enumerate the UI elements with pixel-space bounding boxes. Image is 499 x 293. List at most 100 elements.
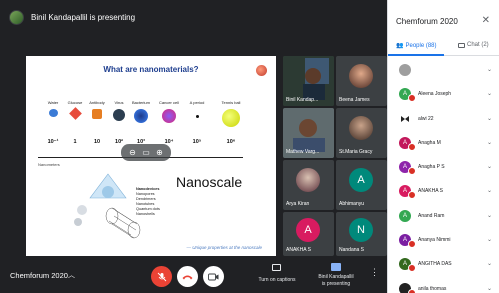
chevron-down-icon[interactable]: ⌄ [487,212,492,219]
participant-tile[interactable]: A ANAKHA S [283,212,334,256]
people-list: ⌄ A Aleena Joseph ⌄ alwi 22 ⌄ A Anagha M… [388,58,499,293]
chevron-down-icon[interactable]: ⌄ [487,285,492,292]
fit-icon[interactable]: ▭ [142,148,150,157]
present-screen-icon[interactable] [331,263,341,271]
person-name: Anagha M [418,139,441,146]
chevron-down-icon[interactable]: ⌄ [487,115,492,122]
presentation-controls[interactable]: ⊖ ▭ ⊕ [121,144,171,161]
person-avatar [399,112,411,125]
scale-label: Tennis ball [221,100,241,105]
chevron-down-icon[interactable]: ⌄ [487,187,492,194]
person-name: ANAKHA S [418,188,444,195]
participant-tile[interactable]: Binil Kandap... [283,56,334,106]
list-item[interactable]: A Anand Ram ⌄ [388,204,499,228]
participant-name: Beena James [339,97,370,103]
participant-photo-avatar [296,168,320,192]
scale-item-tennis-ball: Tennis ball 10⁶ [218,100,244,145]
zoom-out-icon[interactable]: ⊖ [129,148,136,157]
antibody-icon [92,109,102,119]
person-name: Aleena Joseph [418,91,452,98]
water-molecule-icon [48,109,58,117]
participant-initial-avatar: N [349,218,373,242]
participant-tile[interactable]: Mathew Varg... [283,108,334,158]
bacterium-icon [134,109,148,123]
mic-off-icon [408,167,416,176]
list-item[interactable]: alwi 22 ⌄ [388,107,499,131]
presenting-button-line1: Binil Kandapallil [318,274,354,280]
participant-tile[interactable]: Beena James [336,56,387,106]
chevron-down-icon[interactable]: ⌄ [487,66,492,73]
person-name: Anand Ram [418,212,445,219]
scale-value: 10⁵ [192,139,202,145]
call-controls-bar: Chemforum 2020 ︿ Turn on captions Binil … [0,258,387,293]
list-item[interactable]: A Anagha P S ⌄ [388,155,499,179]
participant-name: St.Maria Gracy [339,149,373,155]
list-item[interactable]: A Aleena Joseph ⌄ [388,82,499,106]
mic-off-icon [408,191,416,200]
end-call-button[interactable] [177,266,198,287]
side-panel: Chemforum 2020 ✕ 👥 People (88) Chat (2) … [387,0,499,293]
chevron-down-icon[interactable]: ⌄ [487,236,492,243]
hang-up-icon [182,275,193,279]
list-item[interactable]: A Ananya Nimmi ⌄ [388,228,499,252]
scale-item-period: A period 10⁵ [184,100,210,145]
presenting-text: Binil Kandapallil is presenting [31,12,136,22]
presenting-button-line2: is presenting [321,281,351,287]
captions-icon[interactable] [272,264,281,271]
presenting-bar: Binil Kandapallil is presenting [0,0,387,34]
meeting-stage: Binil Kandapallil is presenting What are… [0,0,387,293]
chevron-down-icon[interactable]: ⌄ [487,90,492,97]
participant-name: Mathew Varg... [286,149,320,155]
person-name: alwi 22 [418,115,434,122]
cancer-cell-icon [162,109,176,123]
participant-tile[interactable]: St.Maria Gracy [336,108,387,158]
chat-icon [458,42,465,48]
participant-name: Abhimanyu [339,201,365,207]
slide-logo [256,65,267,76]
scale-label: A period [189,100,205,105]
mic-off-icon [157,272,166,281]
participant-initial-avatar: A [296,218,320,242]
participant-tile[interactable]: A Abhimanyu [336,160,387,210]
person-name: anila thomas [418,285,447,292]
chevron-down-icon[interactable]: ⌄ [487,139,492,146]
tab-people[interactable]: 👥 People (88) [396,42,437,50]
list-item[interactable]: A ANGITHA DAS ⌄ [388,252,499,276]
people-icon: 👥 [396,43,404,49]
participant-tile[interactable]: N Nandana S [336,212,387,256]
chevron-down-icon[interactable]: ⌄ [487,163,492,170]
chevron-up-icon[interactable]: ︿ [68,270,75,280]
person-name: Ananya Nimmi [418,237,451,244]
person-name: Anagha P S [418,164,445,171]
chevron-down-icon[interactable]: ⌄ [487,260,492,267]
camera-toggle-button[interactable] [203,266,224,287]
zoom-in-icon[interactable]: ⊕ [156,148,163,157]
tab-chat[interactable]: Chat (2) [458,42,489,48]
mic-toggle-button[interactable] [151,266,172,287]
list-item[interactable]: anila thomas ⌄ [388,277,499,293]
axis-label: Nanometers [38,162,60,167]
mic-off-icon [408,142,416,151]
scale-value: 10⁶ [226,139,236,145]
list-item[interactable]: ⌄ [388,58,499,82]
active-tab-indicator [388,54,444,56]
close-icon[interactable]: ✕ [482,15,490,26]
period-dot-icon [195,115,199,118]
participant-initial-avatar: A [349,168,373,192]
virus-icon [113,109,125,121]
presenting-button-label[interactable]: Binil Kandapallil is presenting [312,274,360,288]
mic-off-icon [408,288,416,293]
list-item[interactable]: A Anagha M ⌄ [388,131,499,155]
participant-tile[interactable]: Arya Kiran [283,160,334,210]
meeting-name[interactable]: Chemforum 2020 [10,271,68,280]
more-options-icon[interactable]: ⋮ [370,268,379,277]
butterfly-icon [401,115,409,122]
list-item[interactable]: A ANAKHA S ⌄ [388,179,499,203]
participant-name: Binil Kandap... [286,97,319,103]
panel-title: Chemforum 2020 [396,17,458,26]
person-avatar [399,64,411,76]
mic-off-icon [408,240,416,249]
scale-label: Bacterium [131,100,150,105]
participant-name: ANAKHA S [286,247,312,253]
captions-button-label[interactable]: Turn on captions [256,277,298,284]
